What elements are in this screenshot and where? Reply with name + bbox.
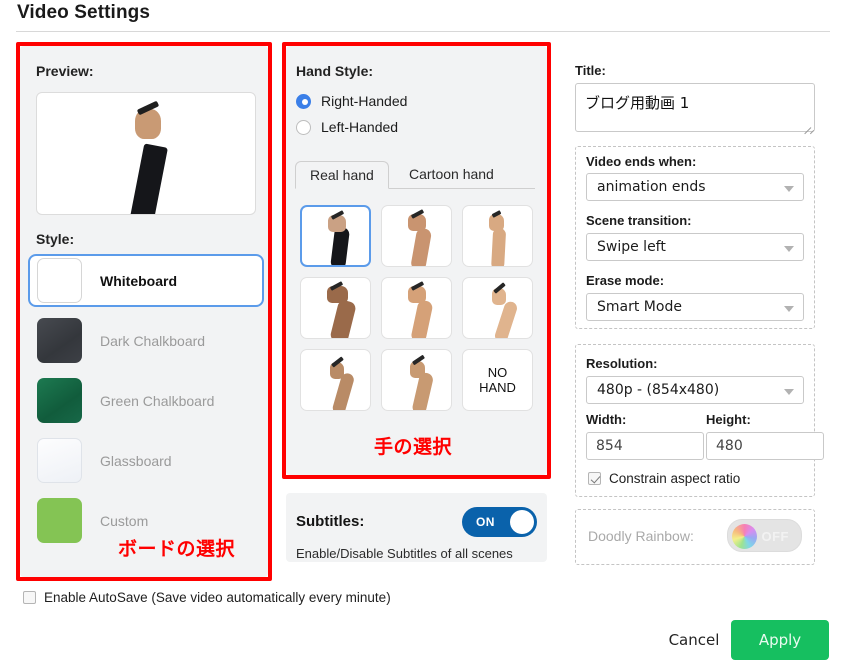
hand-arm	[491, 227, 507, 266]
hand-thumbnail-grid: NO HAND	[300, 205, 533, 411]
no-hand-line-1: NO	[487, 365, 508, 380]
style-item-whiteboard[interactable]: Whiteboard	[28, 254, 264, 307]
hand-arm	[410, 299, 434, 338]
annotation-text-hand: 手の選択	[374, 436, 453, 458]
radio-left-handed[interactable]: Left-Handed	[296, 119, 398, 135]
style-swatch-dark-chalkboard	[37, 318, 82, 363]
height-input[interactable]	[706, 432, 824, 460]
tab-cartoon-hand[interactable]: Cartoon hand	[395, 161, 508, 189]
hand-sleeve	[330, 226, 351, 265]
video-ends-select[interactable]: animation ends	[586, 173, 804, 201]
preview-label: Preview:	[36, 63, 94, 79]
video-settings-dialog: Video Settings Preview: Style: Whiteboar…	[0, 0, 856, 664]
erase-mode-select[interactable]: Smart Mode	[586, 293, 804, 321]
style-item-label: Custom	[100, 512, 149, 529]
height-label: Height:	[706, 412, 751, 427]
doodly-rainbow-toggle[interactable]: OFF	[727, 519, 802, 552]
style-label: Style:	[36, 231, 75, 247]
doodly-rainbow-toggle-state: OFF	[761, 529, 789, 544]
hand-type-tabs: Real hand Cartoon hand	[295, 161, 535, 189]
checkbox-checked-icon	[588, 472, 601, 485]
style-swatch-custom	[37, 498, 82, 543]
erase-mode-label: Erase mode:	[586, 273, 665, 288]
scene-transition-value: Swipe left	[597, 239, 666, 255]
page-title: Video Settings	[17, 2, 151, 23]
hand-option-8[interactable]	[381, 349, 452, 411]
style-item-dark-chalkboard[interactable]: Dark Chalkboard	[28, 314, 264, 367]
scene-transition-label: Scene transition:	[586, 213, 692, 228]
color-wheel-icon	[732, 524, 757, 549]
hand-option-6[interactable]	[462, 277, 533, 339]
chevron-down-icon	[784, 246, 794, 252]
hand-option-no-hand[interactable]: NO HAND	[462, 349, 533, 411]
enable-autosave-label: Enable AutoSave (Save video automaticall…	[44, 590, 391, 605]
scene-transition-select[interactable]: Swipe left	[586, 233, 804, 261]
style-item-label: Green Chalkboard	[100, 392, 215, 409]
style-swatch-glassboard	[37, 438, 82, 483]
apply-button[interactable]: Apply	[731, 620, 829, 660]
subtitles-label: Subtitles:	[296, 513, 365, 530]
hand-arm	[329, 299, 357, 338]
title-input[interactable]	[575, 83, 815, 132]
hand-option-5[interactable]	[381, 277, 452, 339]
header-divider	[16, 31, 830, 32]
hand-style-label: Hand Style:	[296, 63, 374, 79]
cancel-button[interactable]: Cancel	[660, 625, 728, 655]
video-ends-value: animation ends	[597, 179, 706, 195]
video-ends-label: Video ends when:	[586, 154, 697, 169]
subtitles-toggle-state: ON	[476, 515, 495, 529]
style-swatch-green-chalkboard	[37, 378, 82, 423]
toggle-knob	[510, 510, 534, 534]
radio-right-handed[interactable]: Right-Handed	[296, 93, 407, 109]
chevron-down-icon	[784, 306, 794, 312]
style-item-glassboard[interactable]: Glassboard	[28, 434, 264, 487]
radio-left-handed-label: Left-Handed	[321, 119, 399, 135]
hand-option-4[interactable]	[300, 277, 371, 339]
style-item-green-chalkboard[interactable]: Green Chalkboard	[28, 374, 264, 427]
radio-on-icon	[296, 93, 311, 109]
preview-sleeve	[130, 143, 168, 214]
subtitles-help-text: Enable/Disable Subtitles of all scenes	[296, 546, 513, 561]
preview-canvas	[36, 92, 256, 215]
resolution-value: 480p - (854x480)	[597, 382, 720, 398]
radio-off-icon	[296, 119, 311, 135]
tab-real-hand[interactable]: Real hand	[295, 161, 389, 189]
checkbox-unchecked-icon	[23, 591, 36, 604]
constrain-aspect-ratio-label: Constrain aspect ratio	[609, 471, 741, 486]
resolution-select[interactable]: 480p - (854x480)	[586, 376, 804, 404]
style-item-label: Dark Chalkboard	[100, 332, 206, 349]
hand-fist	[489, 214, 504, 231]
width-label: Width:	[586, 412, 627, 427]
width-input[interactable]	[586, 432, 704, 460]
style-item-label: Whiteboard	[100, 272, 177, 289]
resolution-label: Resolution:	[586, 356, 658, 371]
hand-option-3[interactable]	[462, 205, 533, 267]
hand-arm	[410, 227, 433, 266]
annotation-text-board: ボードの選択	[118, 538, 236, 560]
title-label: Title:	[575, 63, 606, 78]
radio-right-handed-label: Right-Handed	[321, 93, 408, 109]
erase-mode-value: Smart Mode	[597, 299, 682, 315]
doodly-rainbow-label: Doodly Rainbow:	[588, 528, 694, 544]
chevron-down-icon	[784, 389, 794, 395]
hand-arm	[493, 300, 519, 338]
hand-option-2[interactable]	[381, 205, 452, 267]
subtitles-toggle[interactable]: ON	[462, 507, 537, 537]
chevron-down-icon	[784, 186, 794, 192]
style-swatch-whiteboard	[37, 258, 82, 303]
hand-option-7[interactable]	[300, 349, 371, 411]
no-hand-line-2: HAND	[479, 380, 516, 395]
enable-autosave-checkbox[interactable]: Enable AutoSave (Save video automaticall…	[23, 590, 391, 605]
hand-option-1[interactable]	[300, 205, 371, 267]
style-item-label: Glassboard	[100, 452, 172, 469]
constrain-aspect-ratio-checkbox[interactable]: Constrain aspect ratio	[588, 471, 740, 486]
style-list: Whiteboard Dark Chalkboard Green Chalkbo…	[28, 254, 264, 554]
